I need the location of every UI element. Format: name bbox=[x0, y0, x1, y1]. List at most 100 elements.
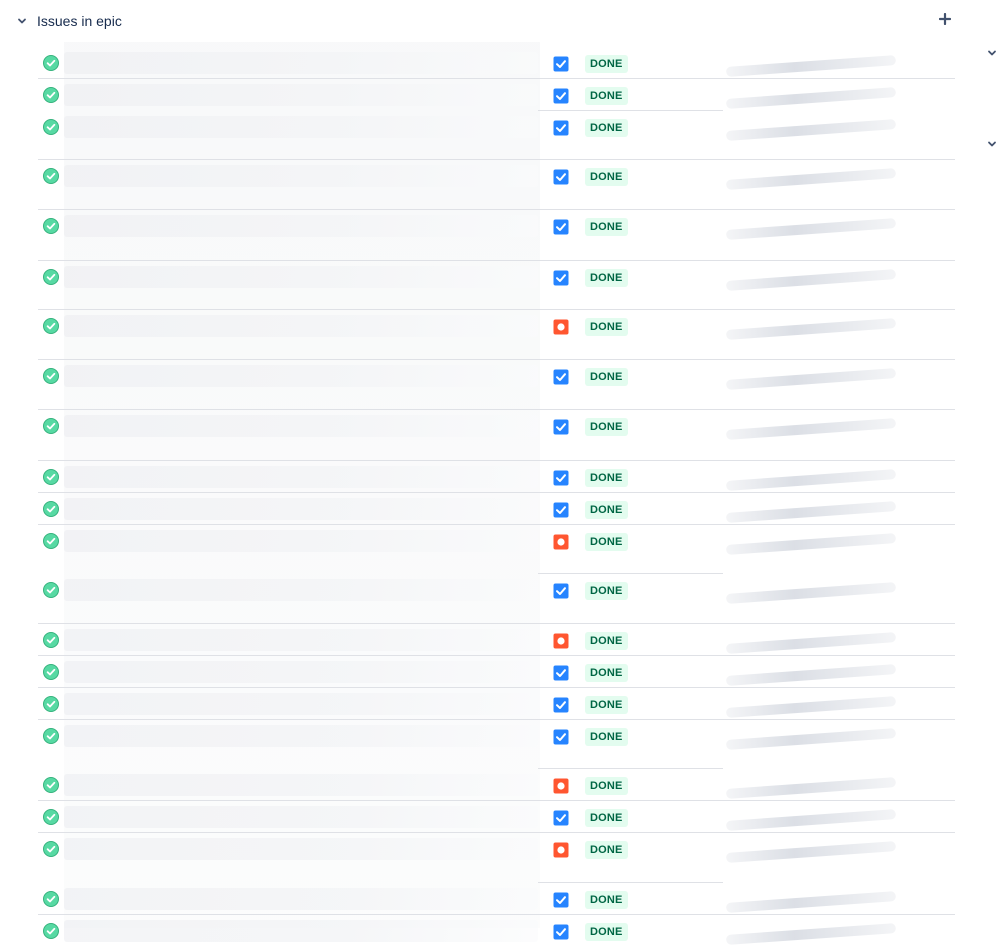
status-lozenge[interactable]: DONE bbox=[585, 218, 628, 236]
issue-row[interactable]: DONE bbox=[0, 310, 955, 360]
assignee-redacted bbox=[725, 501, 897, 523]
bug-type-icon bbox=[553, 319, 569, 335]
issue-row[interactable]: DONE bbox=[0, 79, 955, 111]
issue-row[interactable]: DONE bbox=[0, 525, 955, 574]
issue-row[interactable]: DONE bbox=[0, 801, 955, 833]
status-lozenge[interactable]: DONE bbox=[585, 696, 628, 714]
assignee-redacted bbox=[725, 418, 897, 440]
task-type-icon bbox=[553, 697, 569, 713]
status-lozenge[interactable]: DONE bbox=[585, 728, 628, 746]
status-lozenge[interactable]: DONE bbox=[585, 269, 628, 287]
issue-row[interactable]: DONE bbox=[0, 261, 955, 310]
assignee-redacted bbox=[725, 809, 897, 831]
issue-row[interactable]: DONE bbox=[0, 574, 955, 624]
issue-summary-redacted[interactable] bbox=[64, 315, 538, 337]
task-type-icon bbox=[553, 583, 569, 599]
issue-summary-redacted[interactable] bbox=[64, 266, 538, 288]
issue-row[interactable]: DONE bbox=[0, 833, 955, 883]
resolved-check-icon bbox=[43, 418, 59, 434]
issue-summary-redacted[interactable] bbox=[64, 693, 538, 715]
issue-row[interactable]: DONE bbox=[0, 624, 955, 656]
issue-summary-redacted[interactable] bbox=[64, 806, 538, 828]
issue-summary-redacted[interactable] bbox=[64, 629, 538, 651]
status-lozenge[interactable]: DONE bbox=[585, 418, 628, 436]
assignee-redacted bbox=[725, 533, 897, 555]
status-lozenge[interactable]: DONE bbox=[585, 841, 628, 859]
issue-summary-redacted[interactable] bbox=[64, 84, 538, 106]
status-lozenge[interactable]: DONE bbox=[585, 501, 628, 519]
status-lozenge[interactable]: DONE bbox=[585, 533, 628, 551]
status-lozenge[interactable]: DONE bbox=[585, 777, 628, 795]
issue-summary-redacted[interactable] bbox=[64, 116, 538, 138]
issue-summary-redacted[interactable] bbox=[64, 466, 538, 488]
resolved-check-icon bbox=[43, 119, 59, 135]
issue-summary-redacted[interactable] bbox=[64, 661, 538, 683]
status-lozenge[interactable]: DONE bbox=[585, 664, 628, 682]
issue-summary-redacted[interactable] bbox=[64, 838, 538, 860]
task-type-icon bbox=[553, 270, 569, 286]
resolved-check-icon bbox=[43, 533, 59, 549]
resolved-check-icon bbox=[43, 809, 59, 825]
issue-summary-redacted[interactable] bbox=[64, 415, 538, 437]
issue-summary-redacted[interactable] bbox=[64, 725, 538, 747]
resolved-check-icon bbox=[43, 777, 59, 793]
issue-row[interactable]: DONE bbox=[0, 720, 955, 769]
status-lozenge[interactable]: DONE bbox=[585, 469, 628, 487]
issue-summary-redacted[interactable] bbox=[64, 215, 538, 237]
task-type-icon bbox=[553, 419, 569, 435]
task-type-icon bbox=[553, 219, 569, 235]
issue-summary-redacted[interactable] bbox=[64, 52, 538, 74]
issue-row[interactable]: DONE bbox=[0, 47, 955, 79]
status-lozenge[interactable]: DONE bbox=[585, 55, 628, 73]
assignee-redacted bbox=[725, 923, 897, 945]
task-type-icon bbox=[553, 892, 569, 908]
status-lozenge[interactable]: DONE bbox=[585, 87, 628, 105]
issue-row[interactable]: DONE bbox=[0, 210, 955, 261]
resolved-check-icon bbox=[43, 664, 59, 680]
assignee-redacted bbox=[725, 891, 897, 913]
issue-row[interactable]: DONE bbox=[0, 688, 955, 720]
task-type-icon bbox=[553, 665, 569, 681]
status-lozenge[interactable]: DONE bbox=[585, 119, 628, 137]
issue-row[interactable]: DONE bbox=[0, 360, 955, 410]
resolved-check-icon bbox=[43, 728, 59, 744]
issue-summary-redacted[interactable] bbox=[64, 888, 538, 910]
issue-summary-redacted[interactable] bbox=[64, 365, 538, 387]
issue-summary-redacted[interactable] bbox=[64, 498, 538, 520]
issue-row[interactable]: DONE bbox=[0, 769, 955, 801]
status-lozenge[interactable]: DONE bbox=[585, 632, 628, 650]
task-type-icon bbox=[553, 470, 569, 486]
assignee-redacted bbox=[725, 728, 897, 750]
assignee-redacted bbox=[725, 664, 897, 686]
resolved-check-icon bbox=[43, 218, 59, 234]
issue-row[interactable]: DONE bbox=[0, 493, 955, 525]
resolved-check-icon bbox=[43, 469, 59, 485]
issue-row[interactable]: DONE bbox=[0, 111, 955, 160]
status-lozenge[interactable]: DONE bbox=[585, 809, 628, 827]
issue-row[interactable]: DONE bbox=[0, 883, 955, 915]
status-lozenge[interactable]: DONE bbox=[585, 368, 628, 386]
issue-summary-redacted[interactable] bbox=[64, 774, 538, 796]
assignee-redacted bbox=[725, 368, 897, 390]
issue-row[interactable]: DONE bbox=[0, 461, 955, 493]
bug-type-icon bbox=[553, 633, 569, 649]
issue-summary-redacted[interactable] bbox=[64, 165, 538, 187]
issue-summary-redacted[interactable] bbox=[64, 579, 538, 601]
issue-summary-redacted[interactable] bbox=[64, 920, 538, 942]
resolved-check-icon bbox=[43, 923, 59, 939]
issue-row[interactable]: DONE bbox=[0, 915, 955, 947]
status-lozenge[interactable]: DONE bbox=[585, 891, 628, 909]
issue-row[interactable]: DONE bbox=[0, 656, 955, 688]
status-lozenge[interactable]: DONE bbox=[585, 582, 628, 600]
issue-row[interactable]: DONE bbox=[0, 410, 955, 461]
assignee-redacted bbox=[725, 87, 897, 109]
issue-row[interactable]: DONE bbox=[0, 160, 955, 210]
task-type-icon bbox=[553, 169, 569, 185]
task-type-icon bbox=[553, 56, 569, 72]
task-type-icon bbox=[553, 924, 569, 940]
task-type-icon bbox=[553, 729, 569, 745]
status-lozenge[interactable]: DONE bbox=[585, 168, 628, 186]
status-lozenge[interactable]: DONE bbox=[585, 923, 628, 941]
status-lozenge[interactable]: DONE bbox=[585, 318, 628, 336]
issue-summary-redacted[interactable] bbox=[64, 530, 538, 552]
